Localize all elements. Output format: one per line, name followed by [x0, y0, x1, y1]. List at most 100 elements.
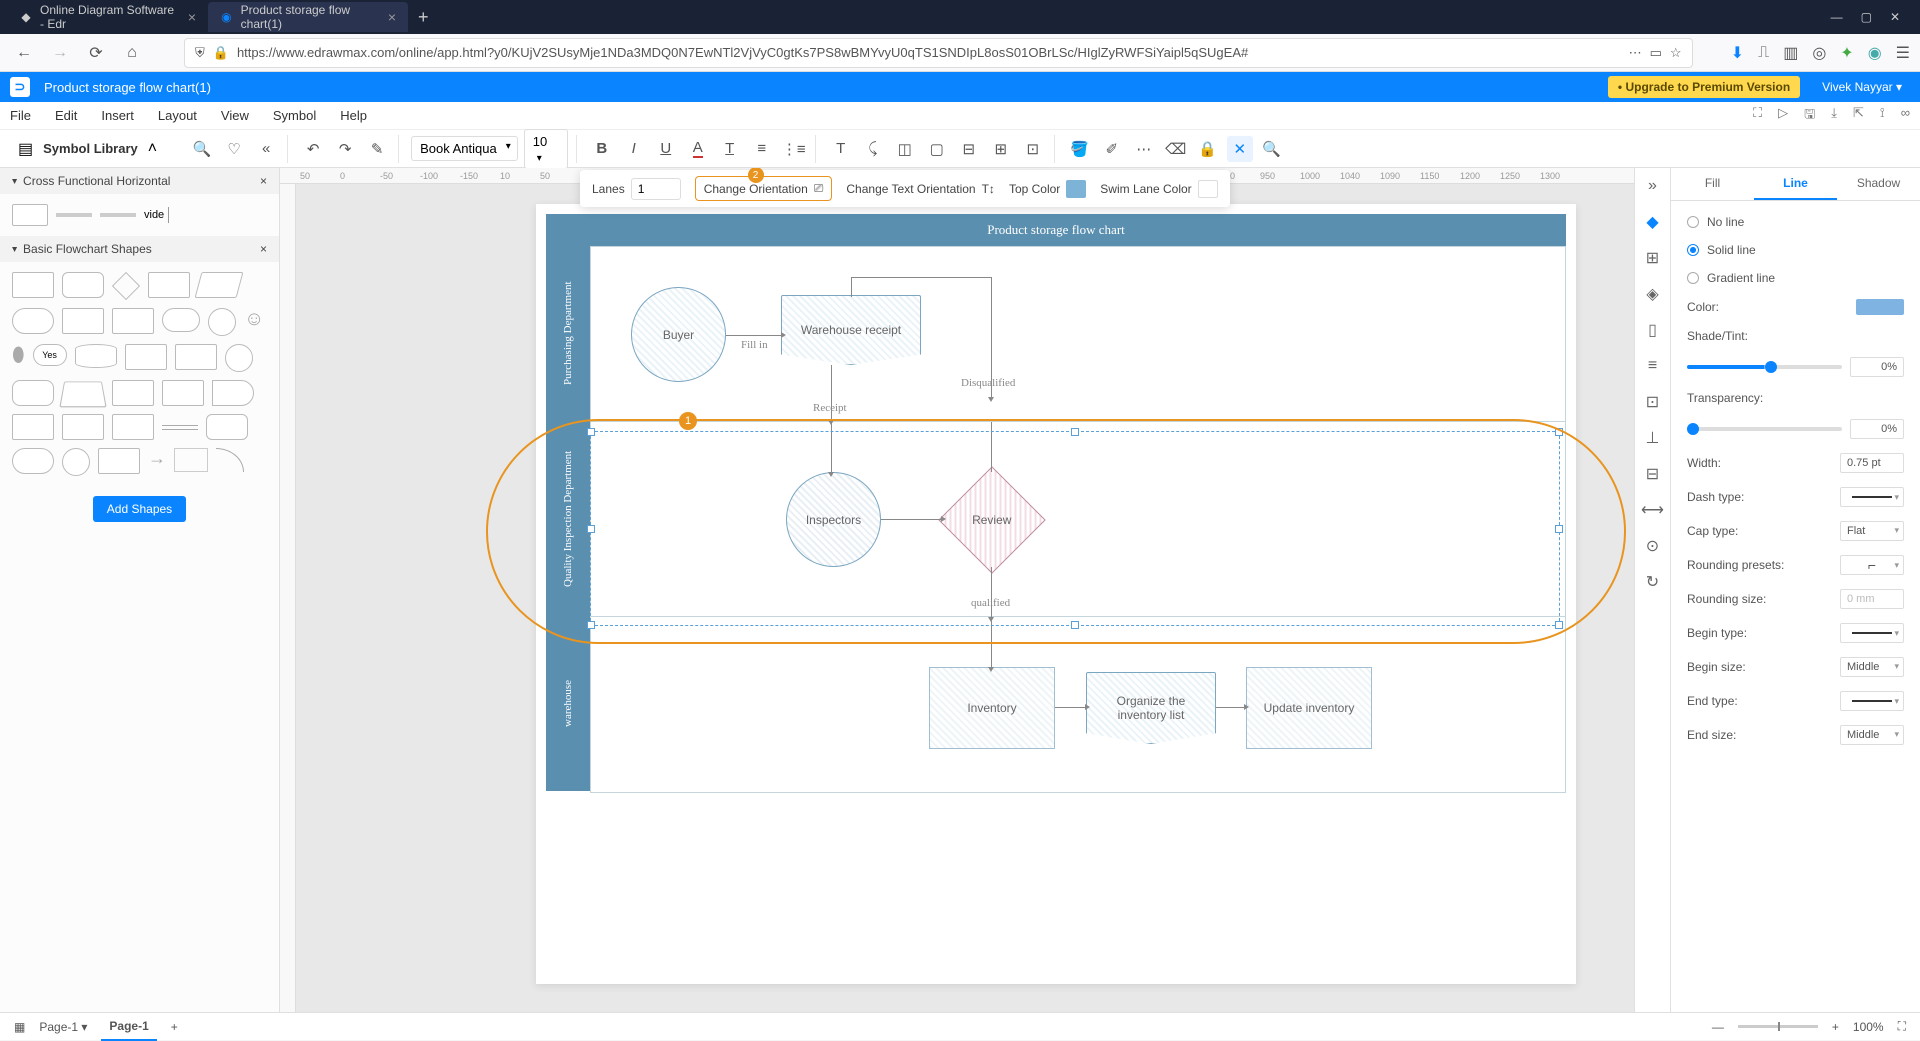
- menu-symbol[interactable]: Symbol: [273, 108, 316, 123]
- shape-card[interactable]: [125, 344, 167, 370]
- group-button[interactable]: ⊡: [1020, 136, 1046, 162]
- shape-pent[interactable]: [112, 414, 154, 440]
- shape-trap2[interactable]: [112, 380, 154, 406]
- shape-inspectors[interactable]: Inspectors: [786, 472, 881, 567]
- user-menu[interactable]: Vivek Nayyar ▾: [1814, 80, 1910, 94]
- shape-thumb[interactable]: [12, 204, 48, 226]
- shape-organize[interactable]: Organize the inventory list: [1086, 672, 1216, 744]
- minimize-icon[interactable]: —: [1831, 10, 1843, 24]
- shape-yes[interactable]: Yes: [33, 344, 67, 366]
- dash-type-select[interactable]: [1840, 487, 1904, 507]
- menu-layout[interactable]: Layout: [158, 108, 197, 123]
- begin-type-select[interactable]: [1840, 623, 1904, 643]
- fullscreen-icon[interactable]: ⛶: [1898, 1019, 1906, 1034]
- theme-icon[interactable]: ◆: [1643, 212, 1663, 232]
- highlight-button[interactable]: T̲: [717, 136, 743, 162]
- maximize-icon[interactable]: ▢: [1861, 10, 1872, 24]
- shape-stickman[interactable]: ☺: [244, 308, 264, 336]
- bookmark-star-icon[interactable]: ☆: [1670, 45, 1682, 61]
- lane-label-purchasing[interactable]: Purchasing Department: [546, 246, 590, 421]
- connector[interactable]: [991, 567, 992, 617]
- connector[interactable]: [851, 277, 991, 278]
- connector[interactable]: [881, 519, 941, 520]
- shape-arrow[interactable]: →: [148, 448, 166, 476]
- link-icon[interactable]: ∞: [1901, 105, 1910, 127]
- format-painter-button[interactable]: ✎: [364, 136, 390, 162]
- search-icon[interactable]: 🔍: [189, 136, 215, 162]
- lane-purchasing[interactable]: Buyer Warehouse receipt Fill in: [591, 247, 1565, 422]
- top-color-swatch[interactable]: [1066, 180, 1086, 198]
- redo-button[interactable]: ↷: [332, 136, 358, 162]
- shape-cylinder[interactable]: [75, 344, 117, 368]
- back-button[interactable]: ←: [10, 39, 38, 67]
- begin-size-select[interactable]: Middle: [1840, 657, 1904, 677]
- section-cross-functional[interactable]: ▸ Cross Functional Horizontal ×: [0, 168, 279, 194]
- ext2-icon[interactable]: ◉: [1868, 43, 1882, 63]
- shape-rect2[interactable]: [175, 344, 217, 370]
- menu-file[interactable]: File: [10, 108, 31, 123]
- shape-inventory[interactable]: Inventory: [929, 667, 1055, 749]
- line-color-picker[interactable]: [1856, 299, 1904, 315]
- connector[interactable]: [831, 422, 832, 472]
- tree-icon[interactable]: ⊥: [1643, 428, 1663, 448]
- list-button[interactable]: ⋮≡: [781, 136, 807, 162]
- measure-icon[interactable]: ⟷: [1643, 500, 1663, 520]
- canvas-scroll[interactable]: Product storage flow chart Purchasing De…: [296, 184, 1634, 1020]
- shape-review[interactable]: Review: [938, 466, 1045, 573]
- shape-buyer[interactable]: Buyer: [631, 287, 726, 382]
- font-color-button[interactable]: A: [685, 136, 711, 162]
- zoom-out-button[interactable]: —: [1712, 1020, 1724, 1034]
- shade-slider[interactable]: [1687, 365, 1842, 369]
- bold-button[interactable]: B: [589, 136, 615, 162]
- shade-value[interactable]: 0%: [1850, 357, 1904, 377]
- connector[interactable]: [851, 277, 852, 297]
- shape-trap1[interactable]: [59, 381, 106, 407]
- lane-label-quality[interactable]: Quality Inspection Department: [546, 421, 590, 616]
- change-text-orientation-button[interactable]: Change Text Orientation T↕: [846, 182, 995, 196]
- shape-thumb[interactable]: [100, 213, 136, 217]
- line-color-button[interactable]: ✐: [1099, 136, 1125, 162]
- heart-icon[interactable]: ♡: [221, 136, 247, 162]
- expand-rail-icon[interactable]: »: [1643, 176, 1663, 196]
- swimlane-color-control[interactable]: Swim Lane Color: [1100, 180, 1217, 198]
- history-icon[interactable]: ↻: [1643, 572, 1663, 592]
- shape-rounded[interactable]: [62, 272, 104, 298]
- url-bar[interactable]: ⛨ 🔒 https://www.edrawmax.com/online/app.…: [184, 38, 1693, 68]
- lock-button[interactable]: 🔒: [1195, 136, 1221, 162]
- container-button[interactable]: ◫: [892, 136, 918, 162]
- end-type-select[interactable]: [1840, 691, 1904, 711]
- radio-no-line[interactable]: No line: [1687, 215, 1904, 229]
- shape-offpage[interactable]: [98, 448, 140, 474]
- shape-wave[interactable]: [162, 380, 204, 406]
- page-canvas[interactable]: Product storage flow chart Purchasing De…: [536, 204, 1576, 984]
- shape-rounded3[interactable]: [206, 414, 248, 440]
- cap-type-select[interactable]: Flat: [1840, 521, 1904, 541]
- reader-icon[interactable]: ▭: [1650, 45, 1662, 61]
- add-page-button[interactable]: +: [171, 1020, 178, 1034]
- swimlane-title[interactable]: Product storage flow chart: [546, 214, 1566, 246]
- shape-pill[interactable]: [12, 448, 54, 474]
- transparency-value[interactable]: 0%: [1850, 419, 1904, 439]
- menu-insert[interactable]: Insert: [101, 108, 134, 123]
- more-icon[interactable]: ⋯: [1629, 45, 1642, 61]
- shape-circle2[interactable]: [225, 344, 253, 372]
- app-logo-icon[interactable]: ⊃: [10, 77, 30, 97]
- download-icon[interactable]: ⬇: [1731, 43, 1744, 63]
- radio-gradient-line[interactable]: Gradient line: [1687, 271, 1904, 285]
- snap-icon[interactable]: ⊙: [1643, 536, 1663, 556]
- focus-icon[interactable]: ⛶: [1753, 105, 1762, 127]
- import-icon[interactable]: ⇱: [1853, 105, 1864, 127]
- library-toggle-icon[interactable]: ▤: [18, 139, 33, 159]
- collapse-icon[interactable]: «: [253, 136, 279, 162]
- change-orientation-button[interactable]: 2 Change Orientation ⎚: [695, 176, 833, 201]
- shape-circle3[interactable]: [62, 448, 90, 476]
- lane-quality[interactable]: Inspectors Review qualified: [591, 422, 1565, 617]
- rounding-preset-select[interactable]: ⌐: [1840, 555, 1904, 575]
- shape-arc[interactable]: [216, 448, 244, 472]
- library-icon[interactable]: ⎍: [1758, 44, 1769, 62]
- new-tab-button[interactable]: +: [408, 7, 439, 28]
- shape-doc[interactable]: [148, 272, 190, 298]
- connector-button[interactable]: ⤹: [860, 136, 886, 162]
- transparency-slider[interactable]: [1687, 427, 1842, 431]
- tab-shadow[interactable]: Shadow: [1837, 168, 1920, 200]
